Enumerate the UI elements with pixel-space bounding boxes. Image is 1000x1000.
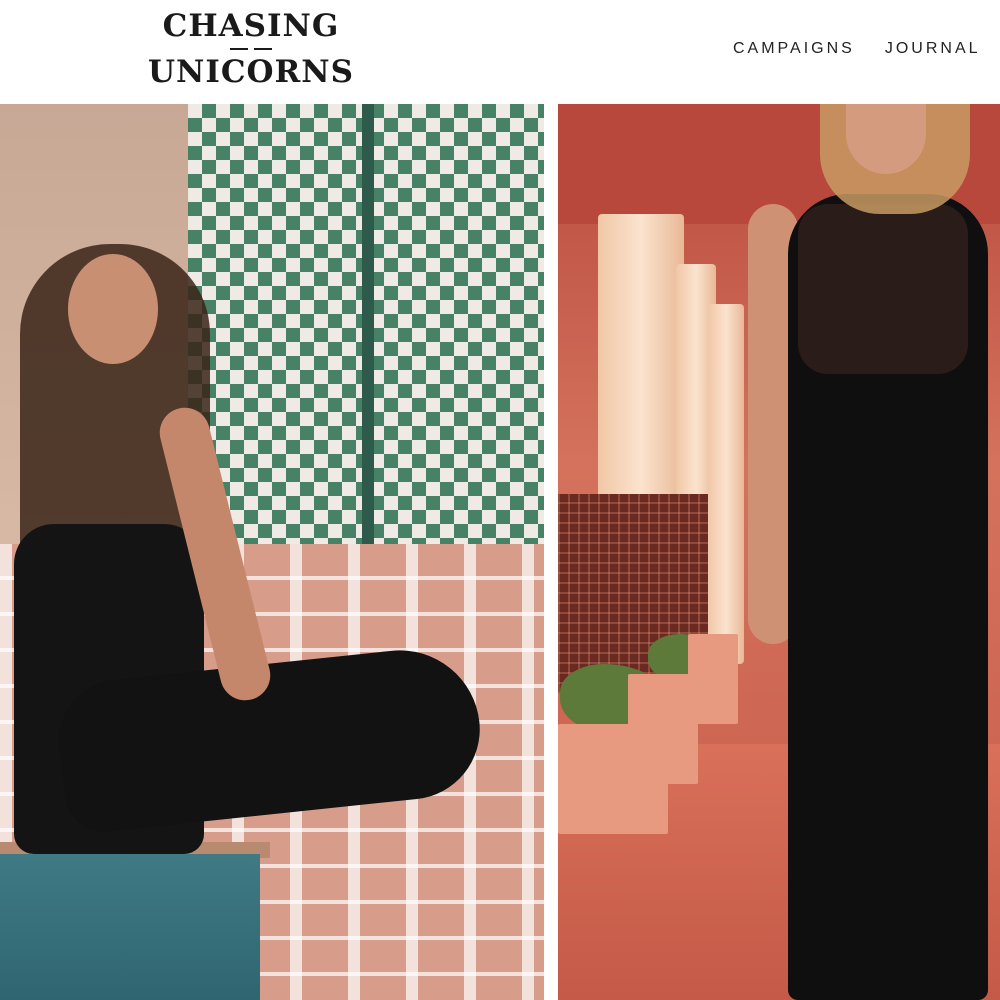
tile-divider	[362, 104, 374, 574]
planter	[688, 634, 738, 724]
model-face	[68, 254, 158, 364]
nav-campaigns[interactable]: CAMPAIGNS	[733, 40, 855, 60]
nav-journal[interactable]: JOURNAL	[885, 40, 981, 60]
logo-line2: UNICORNS	[147, 54, 355, 90]
model-lace-bodice	[798, 204, 968, 374]
main-nav: CAMPAIGNS JOURNAL	[733, 40, 981, 60]
site-header: CHASING UNICORNS CAMPAIGNS JOURNAL	[0, 0, 1000, 104]
column	[708, 304, 744, 664]
brand-logo[interactable]: CHASING UNICORNS	[140, 8, 362, 94]
campaign-image-right[interactable]	[558, 104, 1000, 1000]
campaign-image-left[interactable]	[0, 104, 544, 1000]
pool-water	[0, 854, 260, 1000]
logo-separator	[140, 44, 362, 54]
logo-line1: CHASING	[162, 8, 340, 44]
